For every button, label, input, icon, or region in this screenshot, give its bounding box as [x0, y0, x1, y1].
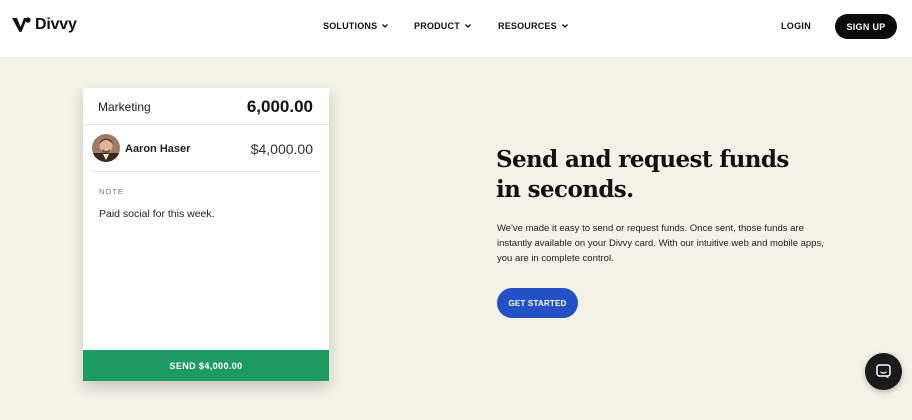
get-started-button[interactable]: GET STARTED — [497, 288, 578, 318]
nav-solutions-label: SOLUTIONS — [323, 21, 378, 31]
recipient-amount: $4,000.00 — [250, 141, 313, 157]
brand-name: Divvy — [35, 16, 77, 33]
chat-bubble-icon — [876, 364, 891, 379]
chevron-down-icon — [464, 24, 471, 28]
divider — [91, 171, 320, 172]
divvy-logo-icon — [12, 17, 31, 32]
hero-headline: Send and request funds in seconds. — [496, 146, 789, 203]
signup-button[interactable]: SIGN UP — [835, 14, 897, 39]
chevron-down-icon — [382, 24, 389, 28]
budget-category: Marketing — [98, 100, 151, 114]
login-link[interactable]: LOGIN — [781, 21, 811, 31]
card-budget-row: Marketing 6,000.00 — [83, 88, 329, 125]
note-label: NOTE — [99, 187, 124, 196]
recipient-row: Aaron Haser $4,000.00 — [83, 125, 329, 172]
nav-resources[interactable]: RESOURCES — [498, 21, 569, 31]
recipient-name: Aaron Haser — [125, 143, 191, 155]
send-funds-button[interactable]: SEND $4,000.00 — [83, 350, 329, 381]
brand-logo[interactable]: Divvy — [11, 15, 77, 35]
nav-solutions[interactable]: SOLUTIONS — [323, 21, 389, 31]
nav-resources-label: RESOURCES — [498, 21, 557, 31]
chat-launcher-button[interactable] — [865, 353, 902, 390]
nav-product-label: PRODUCT — [414, 21, 460, 31]
hero-description: We've made it easy to send or request fu… — [497, 223, 824, 264]
funds-request-card: Marketing 6,000.00 Aaron Haser $4,000.00… — [83, 88, 329, 381]
avatar — [92, 134, 120, 162]
nav-product[interactable]: PRODUCT — [414, 21, 472, 31]
site-header: Divvy SOLUTIONS PRODUCT RESOURCES LOGIN … — [0, 0, 912, 57]
note-text: Paid social for this week. — [99, 208, 215, 220]
user-photo — [92, 134, 120, 162]
budget-amount: 6,000.00 — [246, 97, 313, 116]
chevron-down-icon — [561, 24, 568, 28]
